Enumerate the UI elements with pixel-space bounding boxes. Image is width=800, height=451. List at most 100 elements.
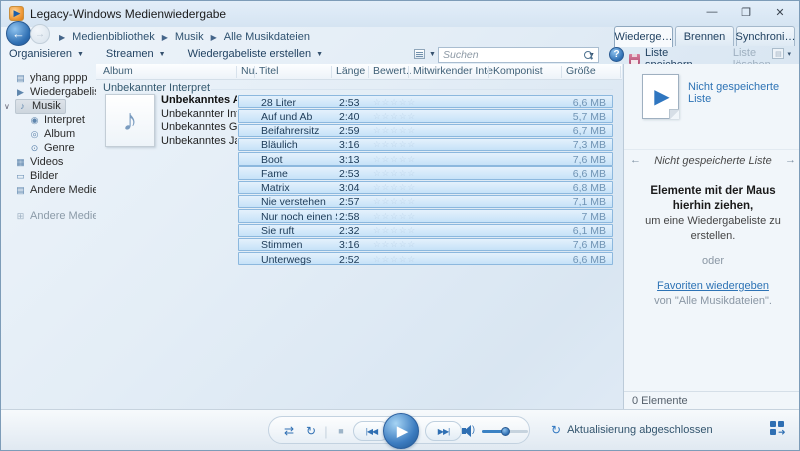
tab-sync[interactable]: Synchroni… xyxy=(736,26,795,46)
column-contributing-artist[interactable]: Mitwirkender Inter… xyxy=(413,65,493,77)
sidebar-item-other-libraries[interactable]: ⊞ Andere Medienbibliotheken xyxy=(15,209,96,223)
play-glyph: ▶ xyxy=(13,8,21,18)
rating-stars[interactable]: ☆☆☆☆☆ xyxy=(373,111,416,122)
track-row[interactable]: Fame 2:53 ☆☆☆☆☆ 6,6 MB xyxy=(238,166,613,180)
track-row[interactable]: Unterwegs 2:52 ☆☆☆☆☆ 6,6 MB xyxy=(238,252,613,266)
item-count-bar: 0 Elemente xyxy=(624,391,799,409)
tab-play[interactable]: Wiederge… xyxy=(614,26,673,47)
album-art[interactable]: ♪ xyxy=(105,94,155,147)
play-favorites-link[interactable]: Favoriten wiedergeben xyxy=(657,280,769,292)
column-title[interactable]: Titel xyxy=(259,65,278,77)
album-artist[interactable]: Unbekannter Inte… xyxy=(161,108,237,122)
playlists-icon: ▶ xyxy=(17,86,24,97)
volume-handle[interactable] xyxy=(501,427,510,436)
track-row[interactable]: Sie ruft 2:32 ☆☆☆☆☆ 6,1 MB xyxy=(238,223,613,237)
rating-stars[interactable]: ☆☆☆☆☆ xyxy=(373,254,416,265)
track-row[interactable]: Bläulich 3:16 ☆☆☆☆☆ 7,3 MB xyxy=(238,137,613,151)
breadcrumb-library[interactable]: Medienbibliothek xyxy=(72,31,155,43)
stream-menu[interactable]: Streamen ▼ xyxy=(106,48,166,60)
track-row[interactable]: Nie verstehen 2:57 ☆☆☆☆☆ 7,1 MB xyxy=(238,194,613,208)
column-size[interactable]: Größe xyxy=(566,65,596,77)
rating-stars[interactable]: ☆☆☆☆☆ xyxy=(373,97,416,108)
volume-slider[interactable] xyxy=(482,427,528,436)
back-button[interactable]: ← xyxy=(6,21,31,46)
chevron-down-icon: ▼ xyxy=(158,50,166,58)
pane-tabs: Wiederge… Brennen Synchroni… xyxy=(614,26,795,47)
playlist-panel: ▶ Nicht gespeicherte Liste ← Nicht gespe… xyxy=(623,64,799,409)
album-icon: ◎ xyxy=(30,128,39,139)
window-title: Legacy-Windows Medienwiedergabe xyxy=(30,7,227,21)
column-length[interactable]: Länge xyxy=(336,65,365,77)
next-list-arrow-icon[interactable]: → xyxy=(785,154,796,166)
list-options-icon: ▤ xyxy=(772,48,785,59)
chevron-down-icon: ▼ xyxy=(76,50,84,58)
rating-stars[interactable]: ☆☆☆☆☆ xyxy=(373,196,416,207)
rating-stars[interactable]: ☆☆☆☆☆ xyxy=(373,154,416,165)
sidebar-item-album[interactable]: ◎ Album xyxy=(29,127,96,141)
rating-stars[interactable]: ☆☆☆☆☆ xyxy=(373,182,416,193)
column-album[interactable]: Album xyxy=(103,65,133,77)
help-button[interactable]: ? xyxy=(609,47,624,62)
rating-stars[interactable]: ☆☆☆☆☆ xyxy=(373,125,416,136)
track-row[interactable]: Nur noch einen Sch…2:58☆☆☆☆☆7 MB xyxy=(238,209,613,223)
track-row[interactable]: Matrix 3:04 ☆☆☆☆☆ 6,8 MB xyxy=(238,180,613,194)
track-row[interactable]: Stimmen 3:16 ☆☆☆☆☆ 7,6 MB xyxy=(238,237,613,251)
tab-burn[interactable]: Brennen xyxy=(675,26,734,46)
drag-drop-hint: Elemente mit der Maus hierhin ziehen, um… xyxy=(632,184,794,309)
stop-button[interactable]: ■ xyxy=(331,417,351,445)
sidebar-item-pictures[interactable]: ▭ Bilder xyxy=(15,169,96,183)
forward-button[interactable]: → xyxy=(30,24,50,44)
now-playing-switch-button[interactable]: ➜ xyxy=(770,421,787,437)
album-title[interactable]: Unbekanntes Alb… xyxy=(161,94,237,108)
sidebar-item-playlists[interactable]: ▶ Wiedergabelisten xyxy=(15,85,96,99)
next-button[interactable]: ▶▶| xyxy=(425,421,462,441)
sidebar-item-genre[interactable]: ⊙ Genre xyxy=(29,141,96,155)
album-genre[interactable]: Unbekanntes Gen… xyxy=(161,121,237,135)
rating-stars[interactable]: ☆☆☆☆☆ xyxy=(373,139,416,150)
playlist-switcher: ← Nicht gespeicherte Liste → xyxy=(624,149,799,167)
track-row[interactable]: 28 Liter 2:53 ☆☆☆☆☆ 6,6 MB xyxy=(238,95,613,109)
column-composer[interactable]: Komponist xyxy=(493,65,543,77)
other-libraries-icon: ⊞ xyxy=(16,210,25,221)
breadcrumb-music[interactable]: Musik xyxy=(175,31,204,43)
rating-stars[interactable]: ☆☆☆☆☆ xyxy=(373,239,416,250)
main-area: ▤ yhang pppp ▶ Wiedergabelisten ∨ ♪ Musi… xyxy=(1,64,799,409)
sidebar-item-videos[interactable]: ▦ Videos xyxy=(15,155,96,169)
search-icon[interactable] xyxy=(584,50,593,60)
sidebar-item-other-media[interactable]: ▤ Andere Medien xyxy=(15,183,96,197)
search-input[interactable] xyxy=(439,49,584,61)
breadcrumb: ▶ Medienbibliothek ▶ Musik ▶ Alle Musikd… xyxy=(59,31,310,43)
repeat-button[interactable]: ↻ xyxy=(301,417,321,445)
item-count: 0 Elemente xyxy=(632,395,688,407)
view-options-button[interactable]: ▼ xyxy=(414,49,436,59)
list-options-button[interactable]: ▤ ▾ xyxy=(772,48,791,59)
volume-wave-icon: ) xyxy=(472,424,475,434)
unsaved-list-icon: ▶ xyxy=(642,74,679,119)
breadcrumb-all-music[interactable]: Alle Musikdateien xyxy=(224,31,310,43)
play-glyph: ▶ xyxy=(654,86,670,108)
close-button[interactable]: ✕ xyxy=(763,1,797,23)
drag-hint-text: um eine Wiedergabeliste zu erstellen. xyxy=(645,215,781,242)
create-playlist-menu[interactable]: Wiedergabeliste erstellen ▼ xyxy=(188,48,323,60)
organize-menu[interactable]: Organisieren ▼ xyxy=(9,48,84,60)
rating-stars[interactable]: ☆☆☆☆☆ xyxy=(373,211,416,222)
unsaved-list-link[interactable]: Nicht gespeicherte Liste xyxy=(688,81,798,105)
sidebar-item-library[interactable]: ▤ yhang pppp xyxy=(15,71,96,85)
rating-stars[interactable]: ☆☆☆☆☆ xyxy=(373,225,416,236)
shuffle-button[interactable]: ⇄ xyxy=(279,417,299,445)
column-rating[interactable]: Bewert… xyxy=(373,65,411,77)
minimize-button[interactable]: — xyxy=(695,1,729,23)
playback-bar: ⇄ ↻ | ■ |◀◀ ▶ ▶▶| ) ↻ Aktualisierung abg… xyxy=(1,409,799,450)
track-row[interactable]: Boot 3:13 ☆☆☆☆☆ 7,6 MB xyxy=(238,152,613,166)
album-year[interactable]: Unbekanntes Jahr xyxy=(161,135,237,149)
track-row[interactable]: Auf und Ab 2:40 ☆☆☆☆☆ 5,7 MB xyxy=(238,109,613,123)
play-button[interactable]: ▶ xyxy=(383,413,419,449)
track-row[interactable]: Beifahrersitz 2:59 ☆☆☆☆☆ 6,7 MB xyxy=(238,123,613,137)
expand-chevron-icon[interactable]: ∨ xyxy=(4,102,10,111)
status-text: Aktualisierung abgeschlossen xyxy=(567,424,713,436)
chevron-down-icon: ▼ xyxy=(429,50,436,58)
maximize-button[interactable]: ❐ xyxy=(729,1,763,23)
sidebar-item-music[interactable]: ∨ ♪ Musik xyxy=(4,98,96,114)
sidebar-item-artist[interactable]: ◉ Interpret xyxy=(29,113,96,127)
rating-stars[interactable]: ☆☆☆☆☆ xyxy=(373,168,416,179)
